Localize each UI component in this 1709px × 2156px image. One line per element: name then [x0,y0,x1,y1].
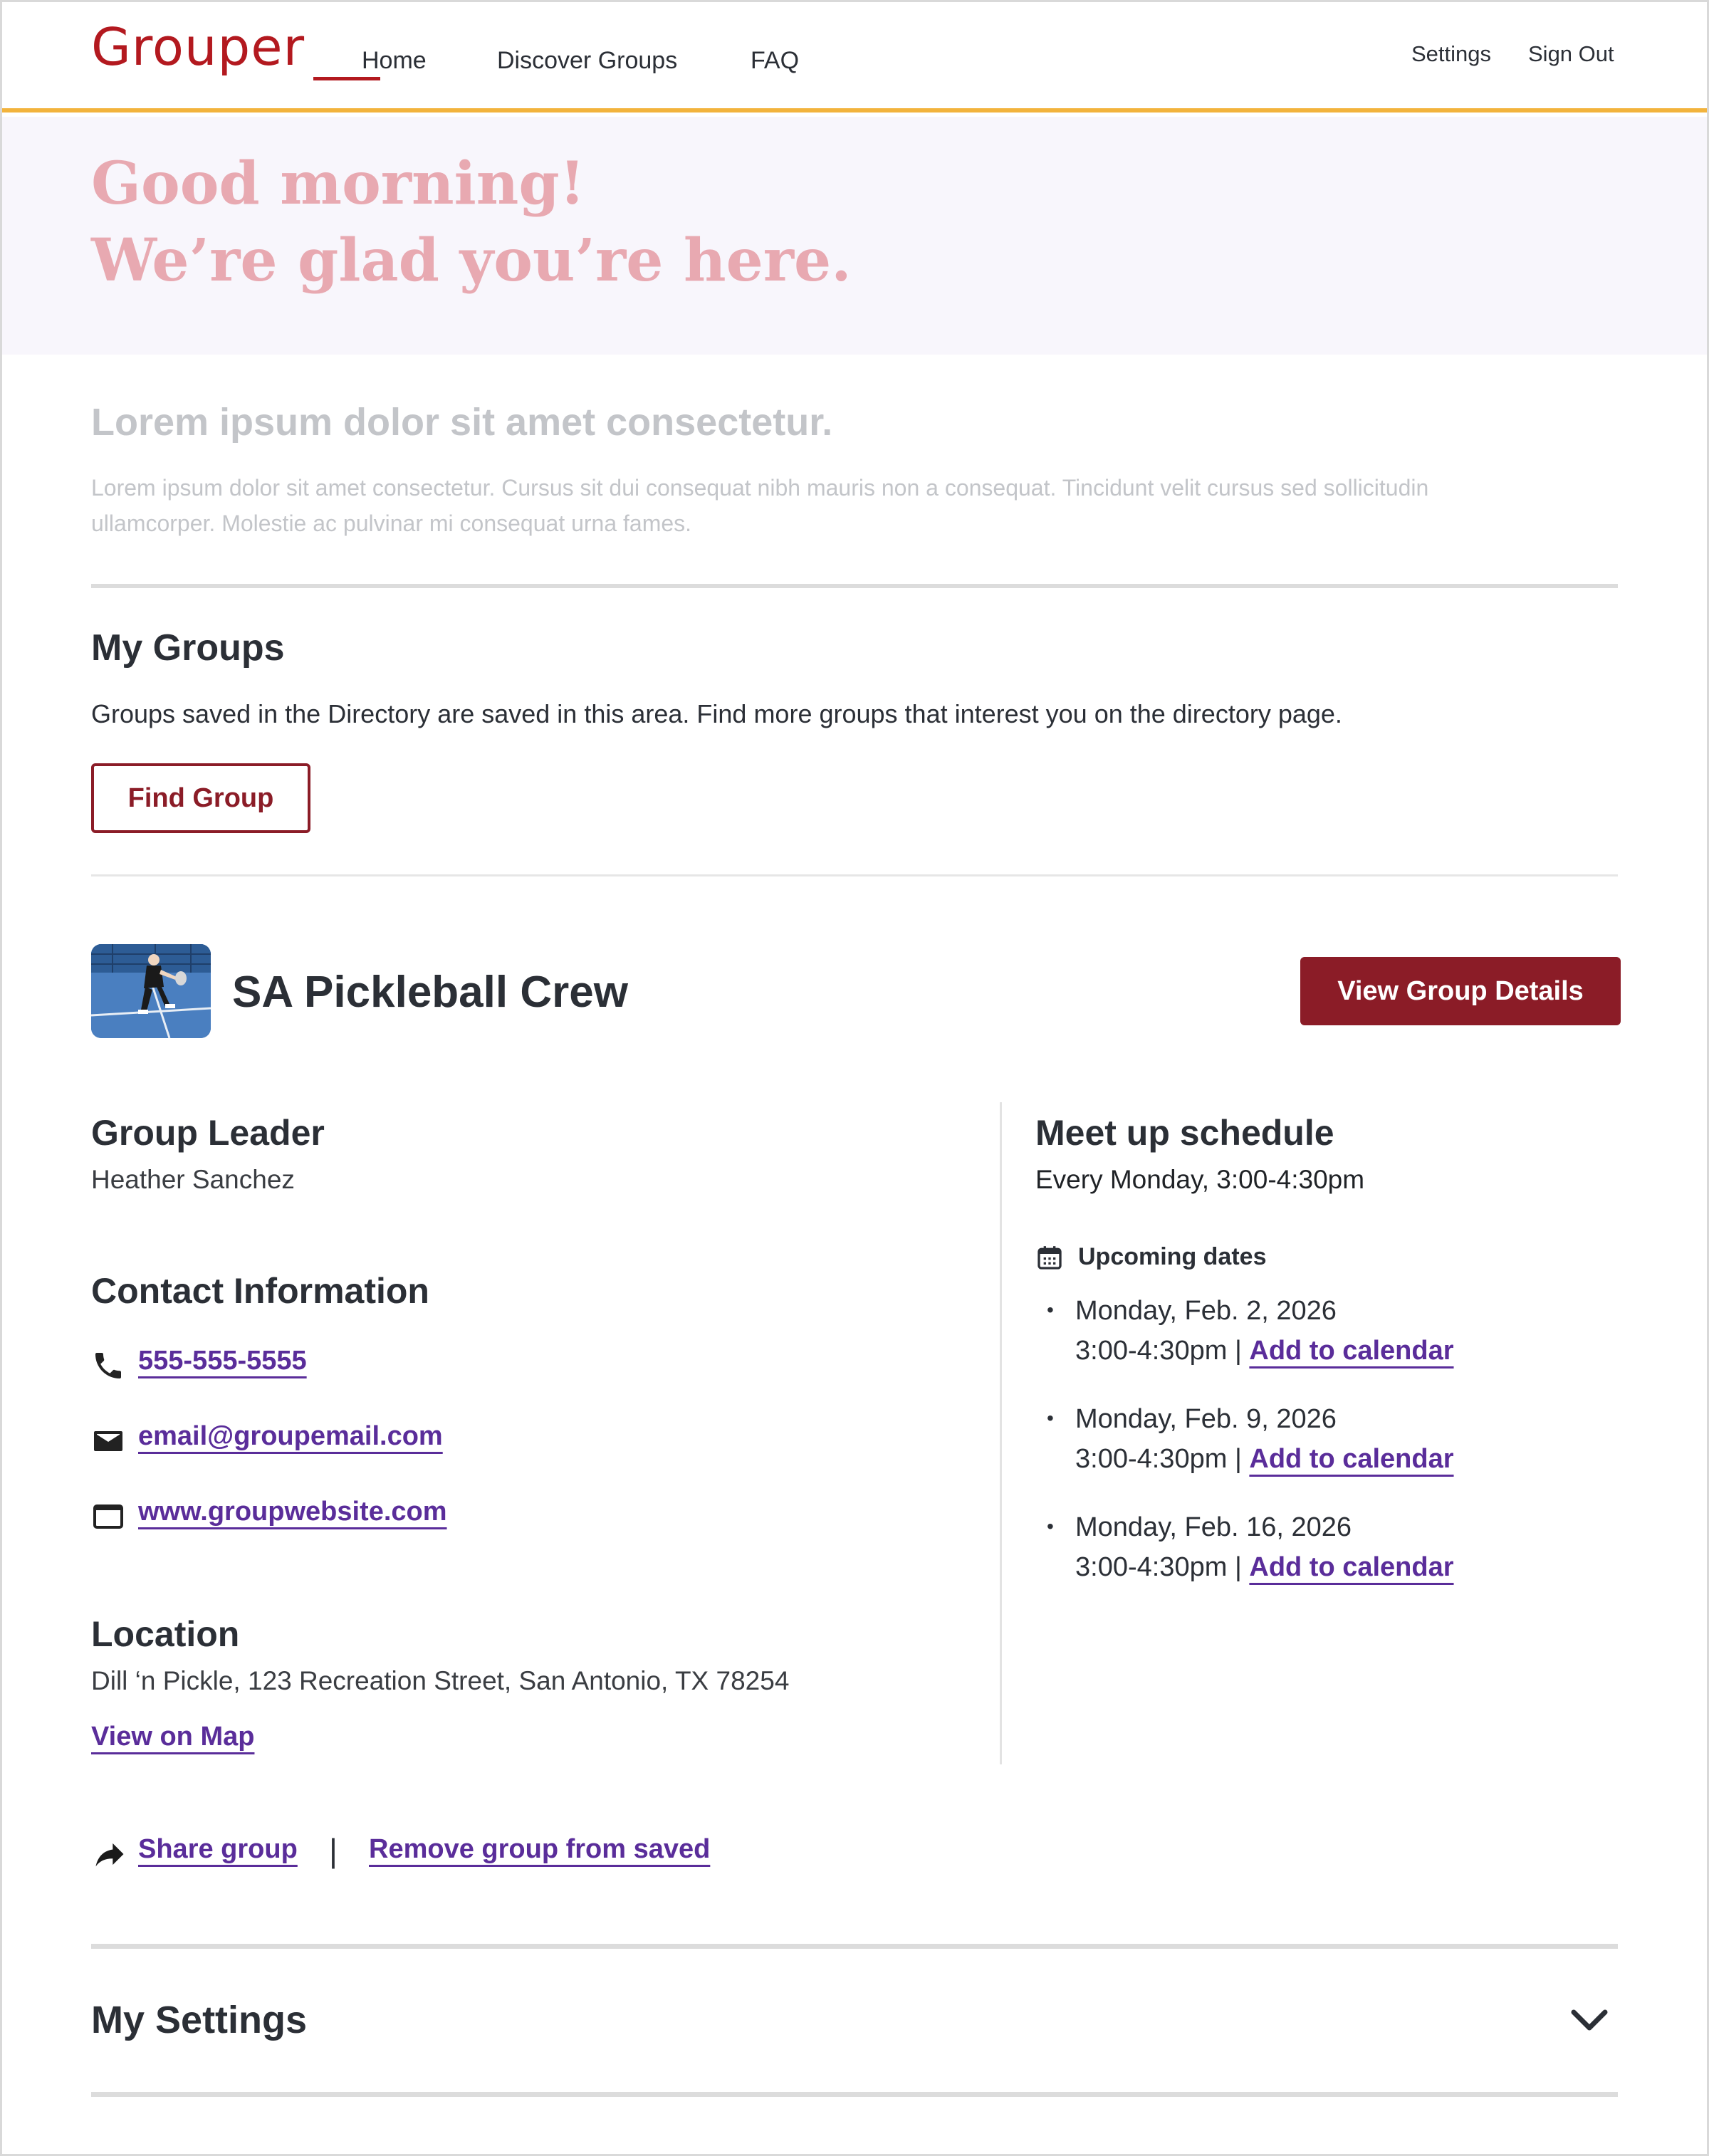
website-link[interactable]: www.groupwebsite.com [138,1497,447,1527]
section-divider [91,584,1618,588]
time-separator: | [1234,1444,1242,1474]
add-to-calendar-link[interactable]: Add to calendar [1249,1444,1453,1474]
bullet: • [1047,1407,1054,1429]
browser-window-icon [93,1505,123,1529]
email-link[interactable]: email@groupemail.com [138,1421,443,1452]
upcoming-time-row: 3:00-4:30pm | Add to calendar [1075,1552,1454,1583]
greeting-heading: Good morning! We’re glad you’re here. [91,145,852,299]
remove-group-link[interactable]: Remove group from saved [369,1834,710,1865]
time-separator: | [1234,1552,1242,1582]
nav-home[interactable]: Home [362,47,427,75]
upcoming-date: Monday, Feb. 9, 2026 [1075,1404,1337,1434]
group-actions-row: Share group | Remove group from saved [91,1832,803,1877]
section-divider [91,874,1618,876]
group-leader-name: Heather Sanchez [91,1165,295,1194]
time-separator: | [1234,1336,1242,1366]
chevron-down-icon[interactable] [1569,2006,1609,2035]
greeting-line-1: Good morning! [91,150,585,218]
section-divider [91,2092,1618,2097]
upcoming-time-row: 3:00-4:30pm | Add to calendar [1075,1444,1454,1475]
section-divider [91,1944,1618,1949]
upcoming-time: 3:00-4:30pm [1075,1444,1228,1474]
location-address: Dill ‘n Pickle, 123 Recreation Street, S… [91,1666,790,1695]
find-group-button[interactable]: Find Group [91,763,310,833]
group-photo [91,944,211,1038]
meetup-schedule-text: Every Monday, 3:00-4:30pm [1035,1165,1365,1194]
share-group-link[interactable]: Share group [138,1834,298,1865]
grouper-logo[interactable]: Grouper [91,17,305,77]
bullet: • [1047,1299,1054,1321]
upcoming-dates-label: Upcoming dates [1078,1243,1267,1270]
view-group-details-button[interactable]: View Group Details [1300,957,1621,1025]
upcoming-time: 3:00-4:30pm [1075,1552,1228,1582]
group-name: SA Pickleball Crew [232,968,628,1017]
view-on-map-link[interactable]: View on Map [91,1722,254,1752]
phone-row: 555-555-5555 [91,1346,518,1388]
my-settings-title[interactable]: My Settings [91,1998,307,2042]
phone-link[interactable]: 555-555-5555 [138,1346,307,1376]
contact-information-title: Contact Information [91,1271,429,1311]
upcoming-date-item: • Monday, Feb. 16, 2026 3:00-4:30pm | Ad… [1035,1512,1605,1592]
add-to-calendar-link[interactable]: Add to calendar [1249,1336,1453,1366]
column-divider [1000,1102,1002,1764]
action-separator: | [329,1832,338,1869]
greeting-banner: Good morning! We’re glad you’re here. [0,117,1709,355]
nav-faq[interactable]: FAQ [751,47,799,75]
upcoming-dates-heading: Upcoming dates [1035,1240,1463,1276]
upcoming-date-item: • Monday, Feb. 2, 2026 3:00-4:30pm | Add… [1035,1296,1605,1376]
intro-body: Lorem ipsum dolor sit amet consectetur. … [91,475,1429,536]
my-groups-description: Groups saved in the Directory are saved … [91,699,1342,728]
meetup-schedule-title: Meet up schedule [1035,1113,1334,1153]
upcoming-date: Monday, Feb. 2, 2026 [1075,1296,1337,1326]
mail-icon [94,1431,122,1451]
greeting-line-2: We’re glad you’re here. [91,226,852,295]
phone-icon [95,1353,121,1378]
website-row: www.groupwebsite.com [91,1497,590,1539]
upcoming-date-item: • Monday, Feb. 9, 2026 3:00-4:30pm | Add… [1035,1404,1605,1484]
upcoming-date: Monday, Feb. 16, 2026 [1075,1512,1352,1542]
share-arrow-icon [95,1843,124,1867]
settings-link[interactable]: Settings [1411,41,1491,67]
upcoming-time-row: 3:00-4:30pm | Add to calendar [1075,1336,1454,1366]
nav-active-indicator [313,77,380,80]
pickleball-player-image [91,944,211,1038]
calendar-icon [1038,1246,1062,1270]
add-to-calendar-link[interactable]: Add to calendar [1249,1552,1453,1582]
location-title: Location [91,1614,240,1654]
upcoming-time: 3:00-4:30pm [1075,1336,1228,1366]
email-row: email@groupemail.com [91,1421,590,1464]
intro-title: Lorem ipsum dolor sit amet consectetur. [91,401,833,444]
bullet: • [1047,1515,1054,1537]
my-groups-title: My Groups [91,627,285,669]
top-navigation-bar: Grouper Home Discover Groups FAQ Setting… [0,0,1709,112]
nav-discover-groups[interactable]: Discover Groups [497,47,677,75]
group-leader-title: Group Leader [91,1113,325,1153]
sign-out-link[interactable]: Sign Out [1528,41,1614,67]
